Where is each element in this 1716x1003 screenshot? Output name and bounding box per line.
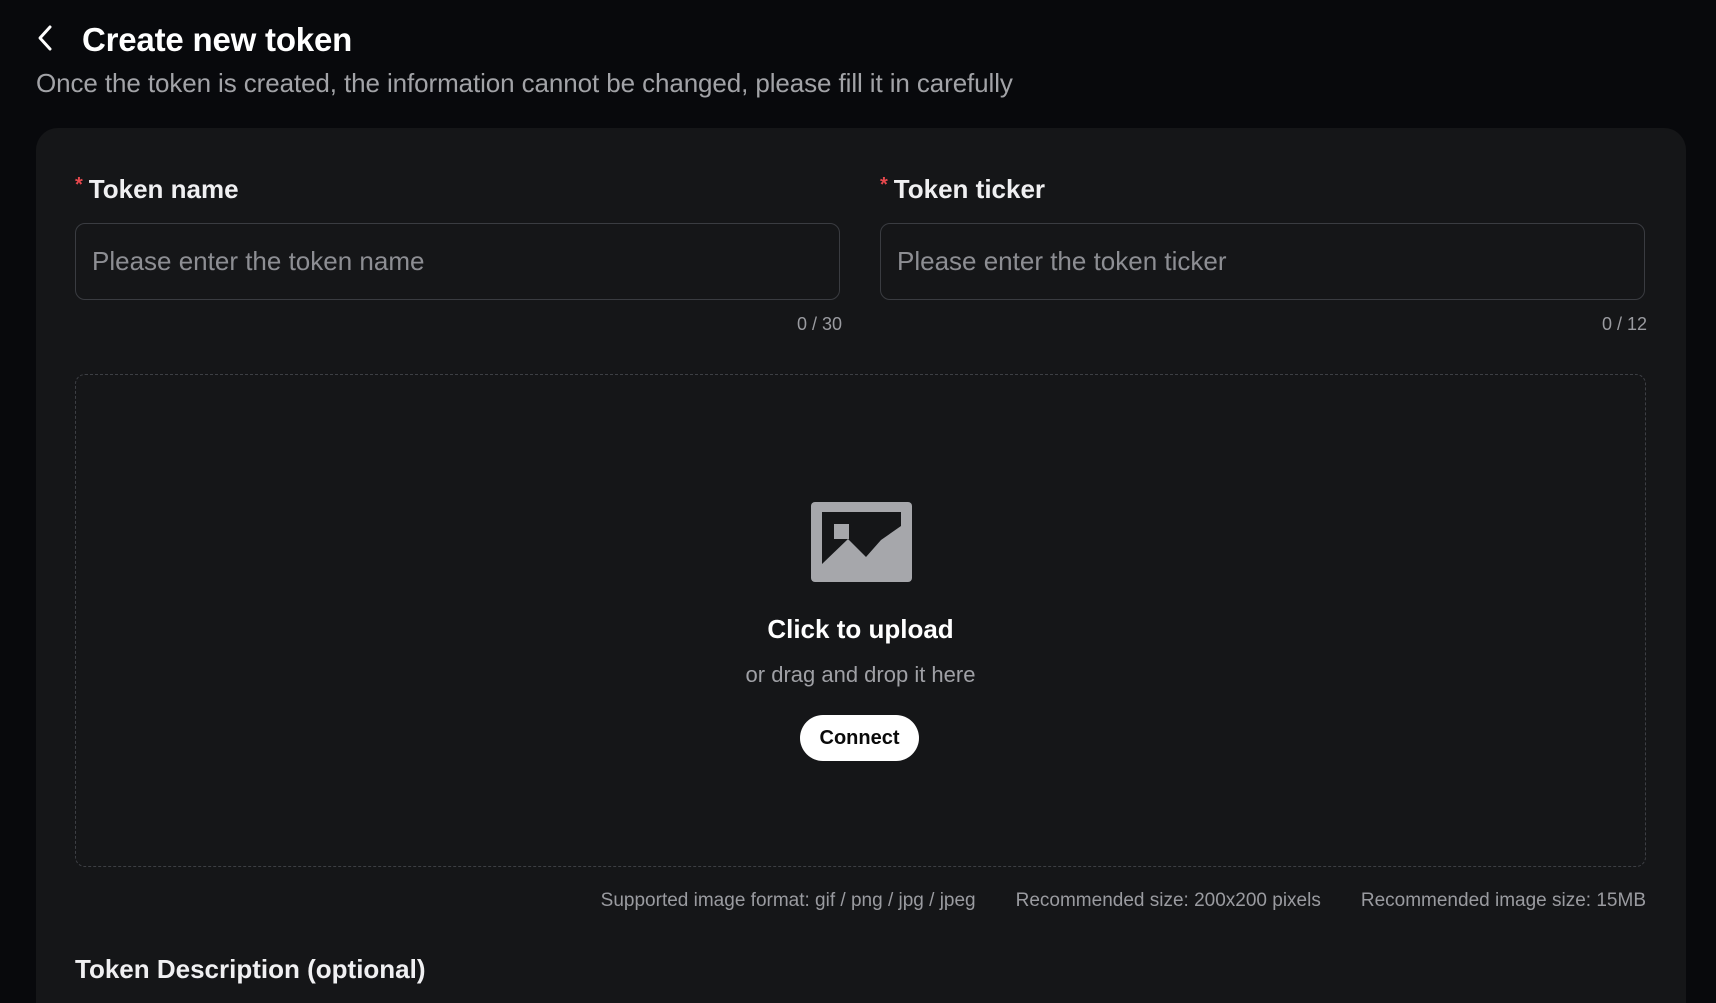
token-ticker-counter: 0 / 12 xyxy=(1601,314,1647,334)
image-icon xyxy=(811,502,912,582)
token-name-label: * Token name xyxy=(75,171,842,207)
token-name-counter: 0 / 30 xyxy=(796,314,842,334)
page-title: Create new token xyxy=(82,21,353,58)
upload-subtitle: or drag and drop it here xyxy=(745,662,976,687)
token-ticker-field: * Token ticker 0 / 12 xyxy=(880,171,1647,335)
token-name-input[interactable] xyxy=(75,223,840,300)
required-marker: * xyxy=(75,173,83,196)
hint-file-size: Recommended image size: 15MB xyxy=(1360,890,1646,911)
hint-format: Supported image format: gif / png / jpg … xyxy=(600,890,976,911)
token-ticker-input[interactable] xyxy=(880,223,1645,300)
hint-dimensions: Recommended size: 200x200 pixels xyxy=(1015,890,1321,911)
image-upload-dropzone[interactable]: Click to upload or drag and drop it here… xyxy=(75,374,1646,867)
token-name-field: * Token name 0 / 30 xyxy=(75,171,842,335)
connect-button[interactable]: Connect xyxy=(800,715,919,761)
token-description-label: Token Description (optional) xyxy=(75,954,426,984)
form-card: * Token name 0 / 30 * Token ticker 0 / 1… xyxy=(36,128,1686,1003)
create-token-page: Create new token Once the token is creat… xyxy=(0,0,1716,1003)
page-header: Create new token xyxy=(36,20,352,60)
upload-title: Click to upload xyxy=(767,614,954,644)
token-name-label-text: Token name xyxy=(88,173,239,204)
chevron-left-icon xyxy=(36,24,54,57)
page-subtitle: Once the token is created, the informati… xyxy=(36,68,1013,98)
token-ticker-label: * Token ticker xyxy=(880,171,1647,207)
upload-hints: Supported image format: gif / png / jpg … xyxy=(601,890,1646,912)
token-ticker-label-text: Token ticker xyxy=(893,173,1046,204)
back-button[interactable] xyxy=(36,20,62,60)
required-marker: * xyxy=(880,173,888,196)
